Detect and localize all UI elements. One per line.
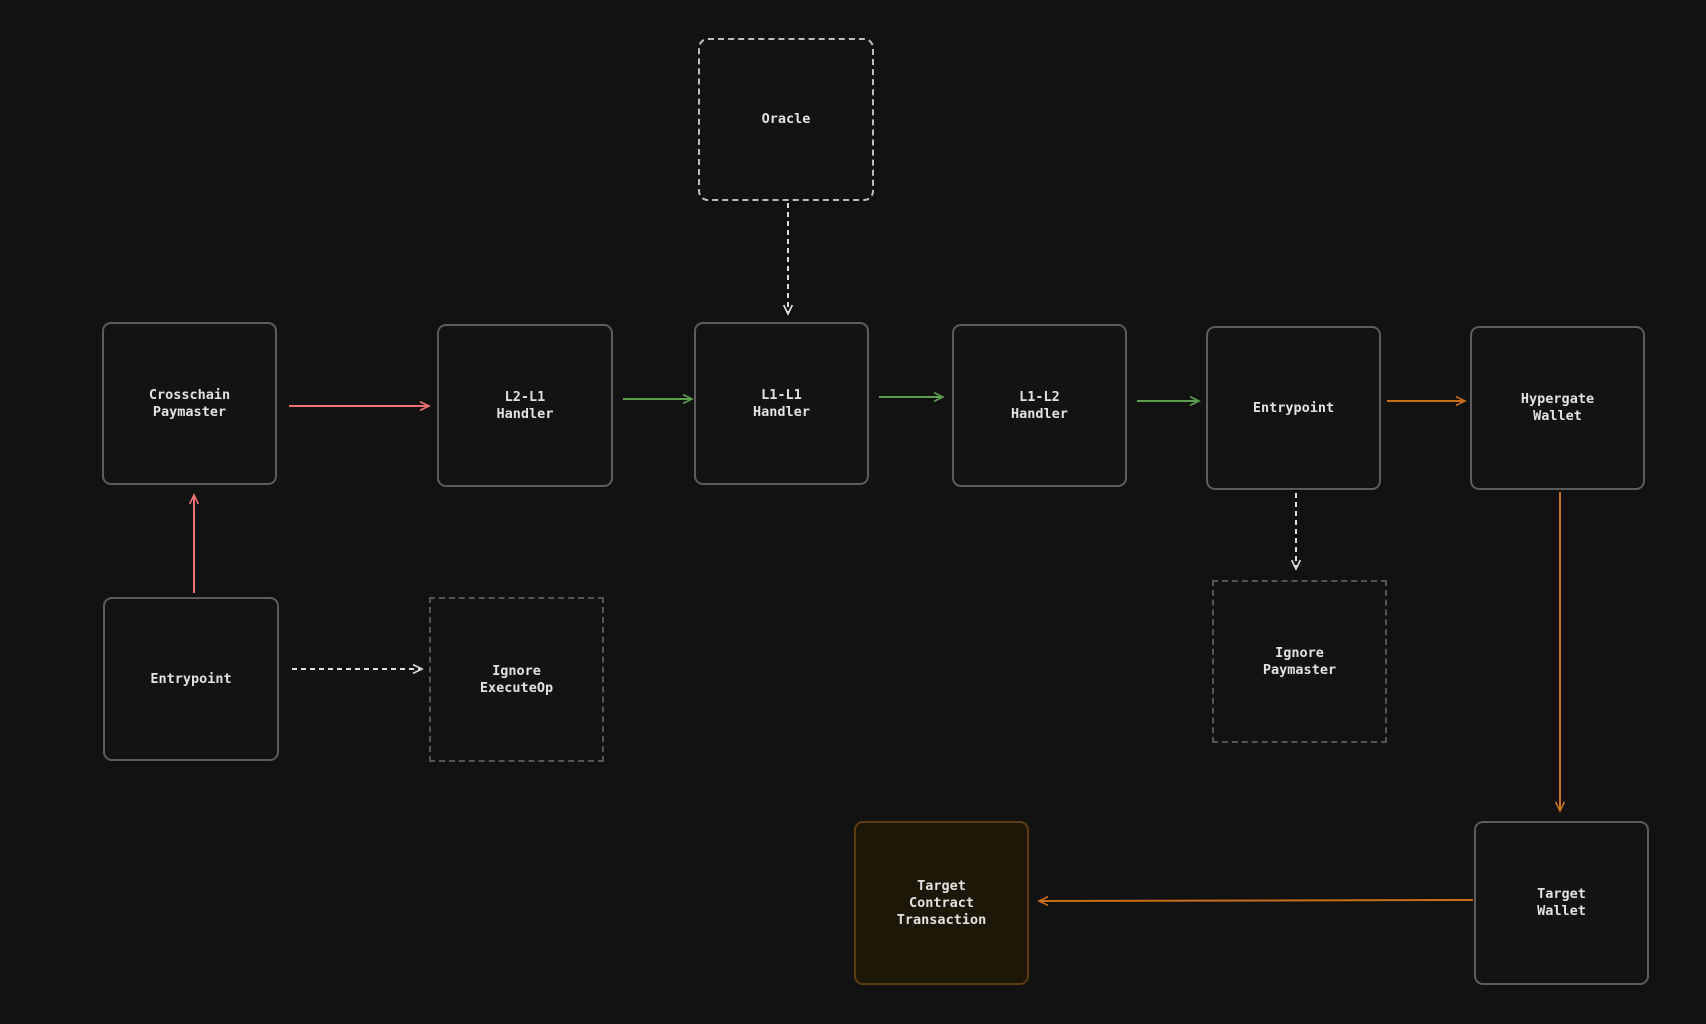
- node-label: Entrypoint: [150, 670, 232, 687]
- edge-entrypoint-l1-to-crosschain-paymaster: [188, 493, 200, 593]
- node-target-wallet[interactable]: Target Wallet: [1474, 821, 1649, 985]
- node-label: L2-L1 Handler: [496, 388, 554, 422]
- edge-entrypoint-l1-to-ignore-executeop: [292, 663, 424, 675]
- arrowhead-icon: [412, 663, 424, 675]
- node-label: Crosschain Paymaster: [148, 386, 231, 420]
- edge-entrypoint-l2-to-ignore-paymaster: [1290, 493, 1302, 571]
- node-crosschain-paymaster[interactable]: Crosschain Paymaster: [102, 322, 277, 485]
- node-label: Ignore Paymaster: [1262, 644, 1337, 678]
- edge-crosschain-paymaster-to-l2-l1-handler: [289, 400, 431, 412]
- node-ignore-executeop[interactable]: Ignore ExecuteOp: [429, 597, 604, 762]
- node-label: Target Contract Transaction: [896, 877, 987, 928]
- node-label: Ignore ExecuteOp: [479, 662, 554, 696]
- node-label: L1-L1 Handler: [753, 386, 810, 420]
- node-label: Target Wallet: [1537, 886, 1586, 919]
- node-hypergate-wallet[interactable]: Hypergate Wallet: [1470, 326, 1645, 490]
- node-ignore-paymaster[interactable]: Ignore Paymaster: [1212, 580, 1387, 743]
- node-label: L1-L2 Handler: [1011, 388, 1068, 422]
- node-label: Hypergate Wallet: [1520, 391, 1595, 424]
- node-l1-l2-handler[interactable]: L1-L2 Handler: [952, 324, 1127, 487]
- edge-hypergate-wallet-to-target-wallet: [1554, 492, 1566, 813]
- node-entrypoint-l2[interactable]: Entrypoint: [1206, 326, 1381, 490]
- edge-l1-l2-handler-to-entrypoint-l2: [1137, 395, 1201, 407]
- node-oracle[interactable]: Oracle: [698, 38, 874, 201]
- node-label: Entrypoint: [1252, 399, 1335, 416]
- node-entrypoint-l1[interactable]: Entrypoint: [103, 597, 279, 761]
- node-target-contract-transaction[interactable]: Target Contract Transaction: [854, 821, 1029, 985]
- edge-l2-l1-handler-to-l1-l1-handler: [623, 393, 694, 405]
- edge-target-wallet-to-target-contract-transaction: [1037, 895, 1474, 907]
- edge-l1-l1-handler-to-l1-l2-handler: [879, 391, 945, 403]
- edge-entrypoint-l2-to-hypergate-wallet: [1387, 395, 1467, 407]
- node-label: Oracle: [761, 111, 811, 127]
- arrowhead-icon: [1290, 559, 1302, 571]
- edge-oracle-to-l1-l1-handler: [782, 203, 794, 316]
- node-l1-l1-handler[interactable]: L1-L1 Handler: [694, 322, 869, 485]
- node-l2-l1-handler[interactable]: L2-L1 Handler: [437, 324, 613, 487]
